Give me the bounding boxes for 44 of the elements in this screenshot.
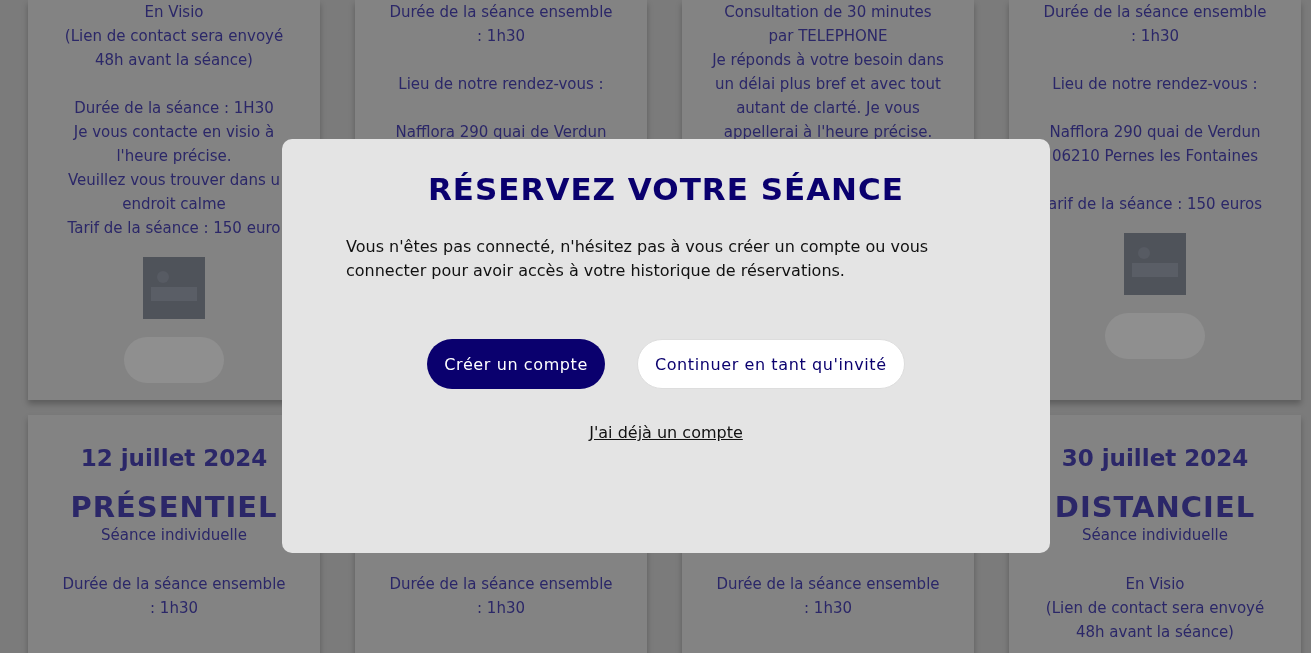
- card-text: Nafflora 290 quai de Verdun: [1049, 122, 1261, 143]
- card-text: appellerai à l'heure précise.: [723, 122, 933, 143]
- card-text: endroit calme: [122, 194, 226, 215]
- session-date: 30 juillet 2024: [1061, 444, 1249, 473]
- session-date: 12 juillet 2024: [80, 444, 268, 473]
- card-text: Lieu de notre rendez-vous :: [1052, 74, 1258, 95]
- card-text: : 1h30: [477, 26, 525, 47]
- guest-button[interactable]: Continuer en tant qu'invité: [636, 339, 905, 389]
- session-mode: DISTANCIEL: [1054, 489, 1256, 525]
- card-text: par TELEPHONE: [768, 26, 888, 47]
- card-text: Tarif de la séance : 150 euro: [67, 218, 281, 239]
- card-text: Lieu de notre rendez-vous :: [398, 74, 604, 95]
- card-text: 48h avant la séance): [1076, 622, 1234, 643]
- card-text: (Lien de contact sera envoyé: [1045, 598, 1265, 619]
- card-text: l'heure précise.: [116, 146, 232, 167]
- card-text: En Visio: [1125, 574, 1185, 595]
- card-text: Je vous contacte en visio à: [73, 122, 275, 143]
- card-text: 48h avant la séance): [95, 50, 253, 71]
- card-text: Durée de la séance ensemble: [62, 574, 286, 595]
- card-text: autant de clarté. Je vous: [736, 98, 920, 119]
- card-text: : 1h30: [1131, 26, 1179, 47]
- dialog-message: Vous n'êtes pas connecté, n'hésitez pas à vous créer un compte ou vous connecter pour avoir accès à votre historique de réservations.: [346, 236, 930, 282]
- card-text: un délai plus bref et avec tout: [715, 74, 941, 95]
- card-text: Durée de la séance : 1H30: [74, 98, 274, 119]
- card-text: Consultation de 30 minutes: [724, 2, 932, 23]
- session-type: Séance individuelle: [101, 525, 247, 545]
- session-type: Séance individuelle: [1082, 525, 1228, 545]
- card-text: Durée de la séance ensemble: [389, 574, 613, 595]
- card-text: En Visio: [144, 2, 204, 23]
- card-text: Je réponds à votre besoin dans: [712, 50, 944, 71]
- card-text: (Lien de contact sera envoyé: [64, 26, 284, 47]
- card-text: Durée de la séance ensemble: [716, 574, 940, 595]
- card-text: 06210 Pernes les Fontaines: [1052, 146, 1258, 167]
- card-text: : 1h30: [477, 598, 525, 619]
- dialog-title: RÉSERVEZ VOTRE SÉANCE: [428, 170, 904, 209]
- card-text: Veuillez vous trouver dans u: [67, 170, 281, 191]
- card-text: : 1h30: [804, 598, 852, 619]
- card-text: Nafflora 290 quai de Verdun: [395, 122, 607, 143]
- card-text: : 1h30: [150, 598, 198, 619]
- create-account-button[interactable]: Créer un compte: [427, 339, 605, 389]
- card-text: Durée de la séance ensemble: [389, 2, 613, 23]
- session-mode: PRÉSENTIEL: [70, 489, 278, 525]
- login-link[interactable]: J'ai déjà un compte: [589, 423, 743, 442]
- card-text: Durée de la séance ensemble: [1043, 2, 1267, 23]
